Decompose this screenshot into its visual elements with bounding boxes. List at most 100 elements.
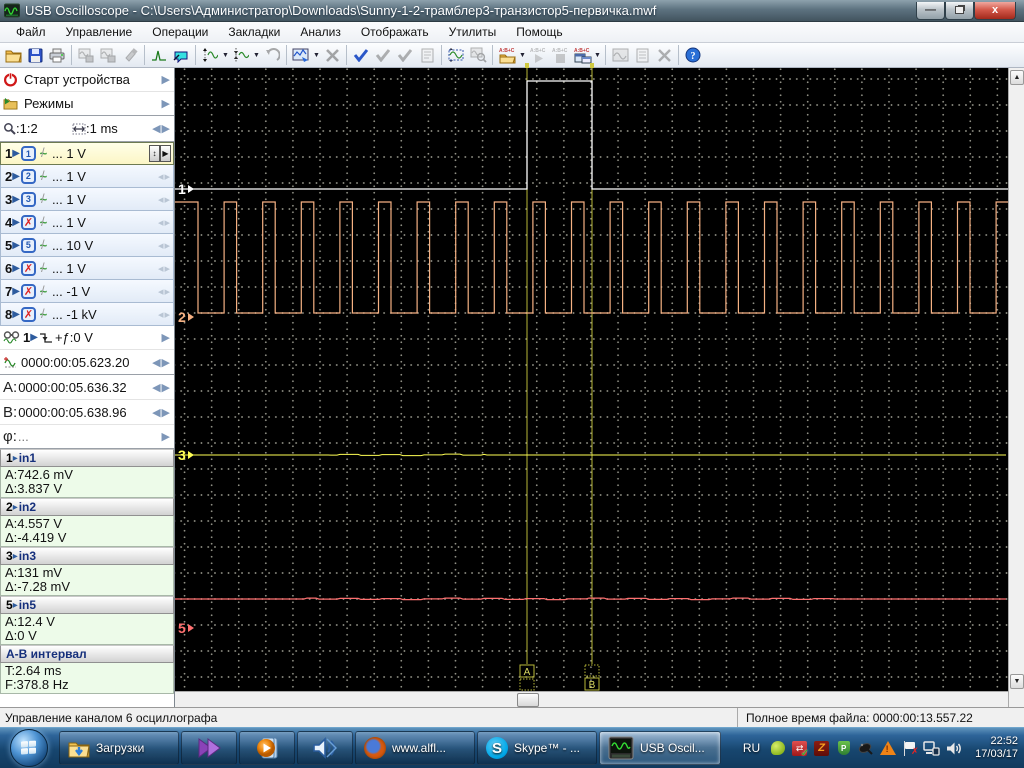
time-nav-arrows[interactable]: ◀▶ xyxy=(152,356,171,369)
start-device-row[interactable]: Старт устройства ▶ xyxy=(0,68,174,92)
zoom-ratio-value[interactable]: :1:2 xyxy=(16,121,38,136)
expand-amplitude-button[interactable] xyxy=(199,45,221,66)
language-indicator[interactable]: RU xyxy=(743,741,760,755)
start-expand-arrow[interactable]: ▶ xyxy=(162,73,171,86)
menu-help[interactable]: Помощь xyxy=(506,23,572,41)
taskbar-button-volume-mixer[interactable] xyxy=(297,731,353,765)
cursor-b-time[interactable]: 0000:00:05.638.96 xyxy=(18,405,126,420)
compress-amplitude-dropdown[interactable]: ▼ xyxy=(252,52,261,59)
channel-disabled-icon[interactable]: ✗ xyxy=(21,261,36,276)
channel-nav-arrows[interactable]: ◂▸ xyxy=(158,308,171,321)
channel-source-icon[interactable]: 5 xyxy=(21,238,36,253)
current-time-value[interactable]: 0000:00:05.623.20 xyxy=(21,355,129,370)
channel-nav-arrows[interactable]: ◂▸ xyxy=(158,239,171,252)
horizontal-scrollbar[interactable] xyxy=(175,691,1008,707)
channel-scale-value[interactable]: ... 1 V xyxy=(52,261,86,276)
vertical-scrollbar[interactable]: ▲ ▼ xyxy=(1008,68,1024,707)
trigger-channel[interactable]: 1 xyxy=(23,330,30,345)
channel-row-3[interactable]: 3▶ 3 ~ ... 1 V ◂▸ xyxy=(0,188,174,211)
scroll-up-button[interactable]: ▲ xyxy=(1010,70,1024,85)
oscilloscope-display[interactable]: 1235AB xyxy=(175,68,1008,691)
panel-header[interactable]: 5▸in5 xyxy=(0,596,174,614)
horizontal-scroll-thumb[interactable] xyxy=(517,693,539,707)
abc-open-button[interactable]: A:B+C xyxy=(496,45,518,66)
marker-tool-button[interactable] xyxy=(170,45,192,66)
satellite-icon[interactable] xyxy=(857,740,874,757)
channel-row-8[interactable]: 8▶ ✗ ~ ... -1 kV ◂▸ xyxy=(0,303,174,326)
abc-window-dropdown[interactable]: ▼ xyxy=(593,52,602,59)
taskbar-button-downloads[interactable]: Загрузки xyxy=(59,731,179,765)
abc-run-button[interactable]: A:B+C xyxy=(527,45,549,66)
open-file-button[interactable] xyxy=(2,45,24,66)
timebase-value[interactable]: :1 ms xyxy=(86,121,118,136)
channel-source-icon[interactable]: 1 xyxy=(21,146,36,161)
view-mode-dropdown[interactable]: ▼ xyxy=(312,52,321,59)
channel-row-7[interactable]: 7▶ ✗ ~ ... -1 V ◂▸ xyxy=(0,280,174,303)
page-export-button[interactable] xyxy=(631,45,653,66)
taskbar-clock[interactable]: 22:52 17/03/17 xyxy=(975,735,1018,761)
expand-amplitude-dropdown[interactable]: ▼ xyxy=(221,52,230,59)
channel-scale-value[interactable]: ... -1 V xyxy=(52,284,90,299)
cursor-b-row[interactable]: B: 0000:00:05.638.96 ◀▶ xyxy=(0,400,174,425)
channel-expand-button[interactable]: ▶ xyxy=(160,145,171,162)
recheck-down-button[interactable] xyxy=(394,45,416,66)
channel-nav-arrows[interactable]: ◂▸ xyxy=(158,216,171,229)
cursor-a-nav-arrows[interactable]: ◀▶ xyxy=(152,381,171,394)
sync-checked-icon[interactable]: ⇄✓ xyxy=(791,740,808,757)
modes-expand-arrow[interactable]: ▶ xyxy=(162,97,171,110)
view-mode-button[interactable] xyxy=(290,45,312,66)
cursor-a-time[interactable]: 0000:00:05.636.32 xyxy=(18,380,126,395)
flag-error-icon[interactable]: ✗ xyxy=(901,740,918,757)
cursor-b-handle[interactable] xyxy=(585,665,599,676)
edit-fragment-button[interactable] xyxy=(119,45,141,66)
current-time-row[interactable]: 0000:00:05.623.20 ◀▶ xyxy=(0,350,174,375)
save-selection-button[interactable] xyxy=(97,45,119,66)
taskbar-button-skype[interactable]: S Skype™ - ... xyxy=(477,731,597,765)
channel-nav-arrows[interactable]: ◂▸ xyxy=(158,285,171,298)
channel-scale-value[interactable]: ... 10 V xyxy=(52,238,93,253)
undo-button[interactable] xyxy=(261,45,283,66)
menu-bookmarks[interactable]: Закладки xyxy=(218,23,290,41)
taskbar-button-kmplayer[interactable] xyxy=(181,731,237,765)
recheck-up-button[interactable] xyxy=(372,45,394,66)
minimize-button[interactable]: — xyxy=(916,2,945,20)
channel-scale-value[interactable]: ... -1 kV xyxy=(52,307,97,322)
channel-nav-arrows[interactable]: ◂▸ xyxy=(158,170,171,183)
panel-header[interactable]: A-B интервал xyxy=(0,645,174,663)
panel-header[interactable]: 2▸in2 xyxy=(0,498,174,516)
channel-updown-button[interactable]: ↕ xyxy=(149,145,160,162)
panel-header[interactable]: 3▸in3 xyxy=(0,547,174,565)
channel-scale-value[interactable]: ... 1 V xyxy=(52,146,86,161)
single-capture-button[interactable] xyxy=(148,45,170,66)
trigger-row[interactable]: 1▶ +ƒ:0 V ▶ xyxy=(0,326,174,350)
trigger-level-value[interactable]: +ƒ:0 V xyxy=(55,330,93,345)
channel-marker-3[interactable]: 3 xyxy=(178,447,186,463)
channel-row-2[interactable]: 2▶ 2 ~ ... 1 V ◂▸ xyxy=(0,165,174,188)
cursor-b-nav-arrows[interactable]: ◀▶ xyxy=(152,406,171,419)
channel-scale-value[interactable]: ... 1 V xyxy=(52,215,86,230)
tray-volume-icon[interactable] xyxy=(945,740,962,757)
channel-row-4[interactable]: 4▶ ✗ ~ ... 1 V ◂▸ xyxy=(0,211,174,234)
channel-nav-arrows[interactable]: ◂▸ xyxy=(158,193,171,206)
cursor-a-handle[interactable] xyxy=(520,679,534,690)
channel-scale-value[interactable]: ... 1 V xyxy=(52,192,86,207)
save-file-button[interactable] xyxy=(24,45,46,66)
help-button[interactable]: ? xyxy=(682,45,704,66)
abc-open-dropdown[interactable]: ▼ xyxy=(518,52,527,59)
network-icon[interactable] xyxy=(923,740,940,757)
compress-amplitude-button[interactable] xyxy=(230,45,252,66)
close-view-button[interactable] xyxy=(321,45,343,66)
modes-row[interactable]: Режимы ▶ xyxy=(0,92,174,116)
timebase-nav-arrows[interactable]: ◀▶ xyxy=(152,122,171,135)
delete-wave-button[interactable] xyxy=(653,45,675,66)
channel-scale-value[interactable]: ... 1 V xyxy=(52,169,86,184)
channel-marker-2[interactable]: 2 xyxy=(178,309,186,325)
scroll-down-button[interactable]: ▼ xyxy=(1010,674,1024,689)
channel-disabled-icon[interactable]: ✗ xyxy=(21,307,36,322)
start-button[interactable] xyxy=(10,729,48,767)
menu-file[interactable]: Файл xyxy=(6,23,56,41)
menu-analysis[interactable]: Анализ xyxy=(290,23,351,41)
channel-marker-1[interactable]: 1 xyxy=(178,181,186,197)
channel-source-icon[interactable]: 3 xyxy=(21,192,36,207)
channel-disabled-icon[interactable]: ✗ xyxy=(21,215,36,230)
